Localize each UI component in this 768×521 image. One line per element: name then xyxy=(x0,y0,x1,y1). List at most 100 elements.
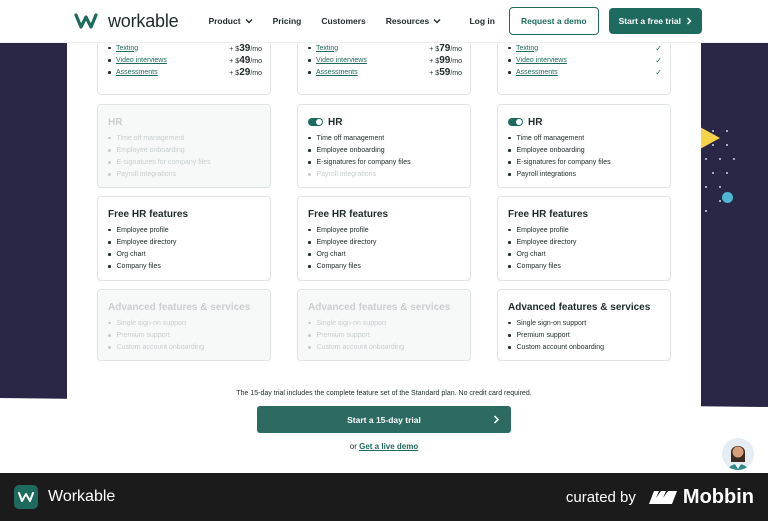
dot xyxy=(719,186,721,188)
feature-item: Employee profile xyxy=(308,224,376,236)
feature-item: Company files xyxy=(308,261,376,273)
free-hr-features-box: Free HR features Employee profile Employee… xyxy=(97,196,271,281)
free-hr-feature-list: Employee profile Employee directory Org ch… xyxy=(308,224,377,273)
feature-item: Employee directory xyxy=(508,236,577,248)
free-hr-title: Free HR features xyxy=(508,209,589,220)
price-value: 59 xyxy=(439,66,451,78)
dot xyxy=(705,210,707,212)
addon-link[interactable]: Video interviews xyxy=(108,57,167,64)
login-link[interactable]: Log in xyxy=(469,16,495,26)
addon-pricing-box: Texting ✓ Video interviews ✓ Assessments ✓ xyxy=(497,39,671,95)
chat-avatar[interactable] xyxy=(722,438,754,470)
addon-link[interactable]: Video interviews xyxy=(308,57,367,64)
feature-item: Payroll integrations xyxy=(508,169,611,181)
demo-prefix: or xyxy=(349,442,357,451)
request-demo-button[interactable]: Request a demo xyxy=(508,7,599,35)
nav-label: Customers xyxy=(321,16,366,26)
price-prefix: + $ xyxy=(229,69,240,77)
hr-feature-list: Time off management Employee onboarding E-… xyxy=(108,132,211,181)
addon-price: + $59/mo xyxy=(429,67,462,78)
start-free-trial-button[interactable]: Start a free trial xyxy=(608,8,702,34)
addon-pricing-box: Texting + $39/mo Video interviews + $49/mo A… xyxy=(97,39,271,95)
addon-item: Texting + $79/mo xyxy=(308,42,462,54)
dot xyxy=(712,172,714,174)
feature-item: Employee profile xyxy=(508,224,576,236)
addon-price: + $79/mo xyxy=(429,43,462,54)
nav-label: Product xyxy=(208,16,241,26)
addon-list: Texting + $79/mo Video interviews + $99/mo A… xyxy=(308,42,462,79)
advanced-feature-list: Single sign-on support Premium support Cus… xyxy=(508,317,605,354)
addon-item: Video interviews + $99/mo xyxy=(308,54,462,66)
feature-item: Company files xyxy=(108,261,176,273)
hr-feature-list: Time off management Employee onboarding E-… xyxy=(508,132,611,181)
feature-item: Custom account onboarding xyxy=(508,341,605,353)
workable-logo-icon xyxy=(74,13,98,29)
trial-note: The 15-day trial includes the complete f… xyxy=(236,390,532,397)
hr-toggle[interactable] xyxy=(308,118,323,126)
feature-item: E-signatures for company files xyxy=(508,156,611,168)
nav-label: Resources xyxy=(385,16,430,26)
person-avatar-icon xyxy=(722,438,754,470)
feature-item: E-signatures for company files xyxy=(108,156,211,168)
free-hr-title: Free HR features xyxy=(108,209,189,220)
addon-link[interactable]: Assessments xyxy=(108,69,158,76)
feature-item: Custom account onboarding xyxy=(308,341,405,353)
dot xyxy=(705,186,707,188)
price-prefix: + $ xyxy=(229,45,240,53)
advanced-title: Advanced features & services xyxy=(108,302,251,313)
curated-by-label: curated by xyxy=(565,488,636,506)
hr-title: HR xyxy=(528,117,543,128)
feature-item: Premium support xyxy=(508,329,604,341)
nav-pricing[interactable]: Pricing xyxy=(273,16,302,26)
dot xyxy=(726,144,728,146)
addon-link[interactable]: Video interviews xyxy=(508,57,567,64)
price-unit: /mo xyxy=(250,45,262,53)
free-hr-features-box: Free HR features Employee profile Employee… xyxy=(497,196,671,281)
nav-customers[interactable]: Customers xyxy=(321,16,365,26)
hr-toggle[interactable] xyxy=(508,118,523,126)
live-demo-link[interactable]: Get a live demo xyxy=(359,442,418,451)
dot xyxy=(733,158,735,160)
addon-price: + $29/mo xyxy=(229,67,262,78)
price-value: 49 xyxy=(239,54,251,66)
brand-logo[interactable]: workable xyxy=(74,11,179,32)
price-value: 29 xyxy=(239,66,251,78)
dot xyxy=(705,158,707,160)
nav-product[interactable]: Product xyxy=(208,16,253,26)
addon-link[interactable]: Texting xyxy=(108,45,138,52)
start-15-day-trial-button[interactable]: Start a 15-day trial xyxy=(257,406,511,433)
advanced-feature-list: Single sign-on support Premium support Cus… xyxy=(108,317,205,354)
check-icon: ✓ xyxy=(655,67,662,77)
price-prefix: + $ xyxy=(429,69,440,77)
app-name: Workable xyxy=(48,488,116,505)
feature-item: Employee onboarding xyxy=(308,144,411,156)
hr-title: HR xyxy=(328,117,343,128)
nav-label: Pricing xyxy=(272,16,302,26)
addon-link[interactable]: Texting xyxy=(508,45,538,52)
advanced-features-box: Advanced features & services Single sign-… xyxy=(497,289,671,361)
nav-resources[interactable]: Resources xyxy=(386,16,441,26)
addon-item: Assessments + $59/mo xyxy=(308,66,462,78)
mobbin-name: Mobbin xyxy=(682,485,754,508)
price-unit: /mo xyxy=(250,69,262,77)
pricing-panel: The 15-day trial includes the complete f… xyxy=(67,39,701,468)
hr-title: HR xyxy=(108,117,123,128)
dot xyxy=(712,144,714,146)
free-hr-feature-list: Employee profile Employee directory Org ch… xyxy=(508,224,577,273)
free-hr-features-box: Free HR features Employee profile Employee… xyxy=(297,196,471,281)
advanced-title: Advanced features & services xyxy=(308,302,451,313)
feature-item: Employee profile xyxy=(108,224,176,236)
feature-item: Time off management xyxy=(508,132,611,144)
feature-item: Time off management xyxy=(108,132,211,144)
chevron-down-icon xyxy=(433,19,441,24)
addon-link[interactable]: Texting xyxy=(308,45,338,52)
price-value: 39 xyxy=(239,42,251,54)
addon-item: Video interviews ✓ xyxy=(508,54,662,66)
feature-item: Org chart xyxy=(308,248,376,260)
addon-link[interactable]: Assessments xyxy=(508,69,558,76)
main-nav: Product Pricing Customers Resources xyxy=(208,16,441,26)
mobbin-logo-icon xyxy=(648,491,677,504)
free-hr-feature-list: Employee profile Employee directory Org ch… xyxy=(108,224,177,273)
addon-link[interactable]: Assessments xyxy=(308,69,358,76)
feature-item: E-signatures for company files xyxy=(308,156,411,168)
